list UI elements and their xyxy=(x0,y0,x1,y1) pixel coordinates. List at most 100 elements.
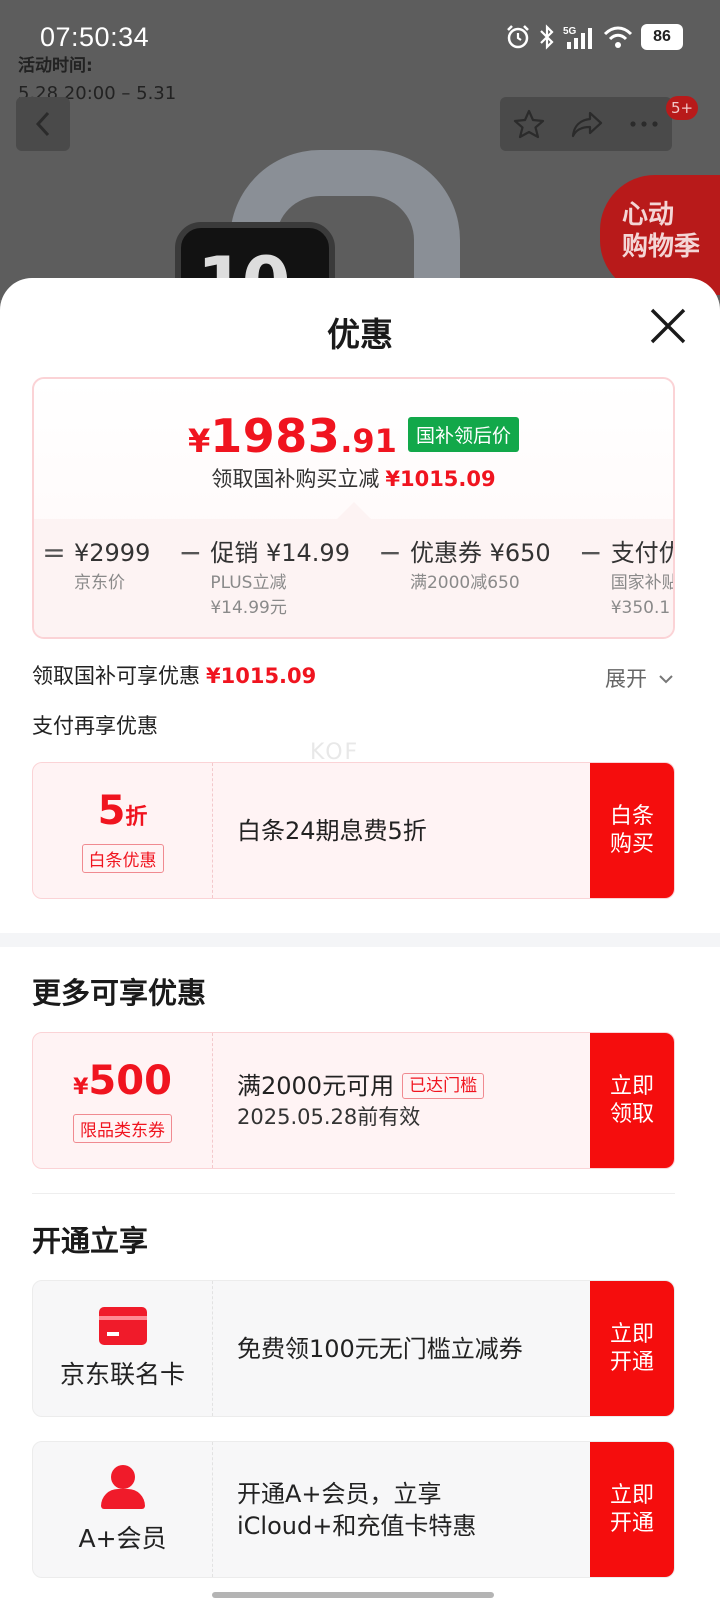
coupon-value: ¥500 xyxy=(73,1059,172,1110)
coupon-offer: ¥500 限品类东券 满2000元可用 已达门槛 2025.05.28前有效 立即… xyxy=(32,1032,675,1169)
breakdown-row: = ¥2999 京东价 − 促销 ¥14.99 PLUS立减 ¥14.99元 −… xyxy=(34,535,673,621)
discount-unit: 折 xyxy=(125,804,148,830)
reach-threshold-tag: 已达门槛 xyxy=(402,1072,485,1099)
svg-text:5G: 5G xyxy=(563,26,577,37)
breakdown-sub: 满2000减650 xyxy=(409,573,520,593)
sheet-title: 优惠 xyxy=(327,315,393,354)
breakdown-op: − xyxy=(578,536,603,569)
signal-5g-icon: 5G xyxy=(563,26,592,49)
price-breakdown: = ¥2999 京东价 − 促销 ¥14.99 PLUS立减 ¥14.99元 −… xyxy=(34,519,673,637)
offers-sheet: 优惠 ¥1983.91 国补领后价 领取国补购买立减 ¥1015.09 = ¥29… xyxy=(0,278,720,1600)
baitiao-discount-value: 5折 xyxy=(98,789,148,840)
breakdown-main: ¥2999 xyxy=(74,539,151,567)
breakdown-item: 支付优惠 国家补贴无 ¥350.1 xyxy=(610,535,673,621)
aplus-desc-area: 开通A+会员，立享 iCloud+和充值卡特惠 xyxy=(213,1442,590,1577)
breakdown-sub2: ¥350.1 xyxy=(610,598,671,618)
alarm-icon xyxy=(507,25,529,49)
baitiao-buy-button[interactable]: 白条 购买 xyxy=(590,763,674,898)
person-icon xyxy=(99,1464,147,1511)
bluetooth-icon xyxy=(540,24,554,50)
open-jd-card-button[interactable]: 立即 开通 xyxy=(590,1281,674,1416)
activity-label: 活动时间: xyxy=(18,56,93,76)
breakdown-item: ¥2999 京东价 xyxy=(74,535,150,596)
breakdown-main: 支付优惠 xyxy=(610,539,673,567)
chevron-down-icon xyxy=(658,675,673,684)
star-icon[interactable] xyxy=(513,108,545,140)
cta-line2: 购买 xyxy=(609,831,654,857)
cta-line2: 开通 xyxy=(609,1510,654,1536)
baitiao-discount: 5折 白条优惠 xyxy=(33,763,213,898)
status-time: 07:50:34 xyxy=(40,22,150,52)
coupon-summary: 领取国补可享优惠 ¥1015.09 xyxy=(32,660,316,690)
aplus-desc-line2: iCloud+和充值卡特惠 xyxy=(237,1511,477,1540)
final-price: ¥1983.91 国补领后价 xyxy=(34,409,673,463)
battery-indicator: 86 xyxy=(641,24,683,50)
home-indicator[interactable] xyxy=(212,1592,494,1598)
expand-button[interactable]: 展开 xyxy=(605,663,674,693)
cta-line1: 立即 xyxy=(609,1321,654,1347)
divider xyxy=(32,1193,675,1194)
jd-card-offer: 京东联名卡 免费领100元无门槛立减券 立即 开通 xyxy=(32,1280,675,1417)
open-benefits-title: 开通立享 xyxy=(32,1224,149,1258)
cta-line1: 立即 xyxy=(609,1482,654,1508)
price-integer: 1983 xyxy=(210,409,341,463)
baitiao-desc-area: 白条24期息费5折 xyxy=(213,763,590,898)
cta-line2: 开通 xyxy=(609,1349,654,1375)
breakdown-sub: 国家补贴无 xyxy=(610,573,673,593)
cta-line2: 领取 xyxy=(609,1101,654,1127)
expand-label: 展开 xyxy=(605,667,647,691)
price-currency: ¥ xyxy=(187,422,211,460)
pay-more-label: 支付再享优惠 xyxy=(32,714,158,738)
more-offers-title: 更多可享优惠 xyxy=(32,976,207,1010)
credit-card-icon xyxy=(98,1306,147,1345)
cta-line1: 立即 xyxy=(609,1073,654,1099)
cta-line1: 白条 xyxy=(609,803,654,829)
promo-badge: 心动 购物季 xyxy=(600,175,720,295)
claim-coupon-button[interactable]: 立即 领取 xyxy=(590,1033,674,1168)
aplus-offer: A+会员 开通A+会员，立享 iCloud+和充值卡特惠 立即 开通 xyxy=(32,1441,675,1578)
open-aplus-button[interactable]: 立即 开通 xyxy=(590,1442,674,1577)
jd-card-desc-area: 免费领100元无门槛立减券 xyxy=(213,1281,590,1416)
share-icon[interactable] xyxy=(570,109,604,139)
subsidy-label: 领取国补购买立减 xyxy=(211,467,380,491)
wifi-icon xyxy=(603,26,633,48)
more-icon[interactable] xyxy=(629,120,659,128)
coupon-summary-label: 领取国补可享优惠 xyxy=(32,664,200,688)
coupon-amount: 500 xyxy=(88,1057,172,1104)
coupon-desc-line: 满2000元可用 已达门槛 xyxy=(237,1070,590,1102)
breakdown-main: 促销 ¥14.99 xyxy=(210,539,350,567)
coupon-desc-area: 满2000元可用 已达门槛 2025.05.28前有效 xyxy=(213,1033,590,1168)
back-button[interactable] xyxy=(16,97,70,151)
chevron-left-icon xyxy=(35,111,50,137)
gov-subsidy-tag: 国补领后价 xyxy=(408,417,520,452)
coupon-summary-value: ¥1015.09 xyxy=(206,664,317,688)
jd-card-desc: 免费领100元无门槛立减券 xyxy=(237,1334,523,1363)
aplus-desc-line1: 开通A+会员，立享 xyxy=(237,1479,442,1508)
product-image: 10 xyxy=(170,130,530,300)
price-decimal: .91 xyxy=(340,422,397,460)
baitiao-desc: 白条24期息费5折 xyxy=(237,816,427,845)
close-icon[interactable] xyxy=(647,305,689,347)
baitiao-offer: 5折 白条优惠 白条24期息费5折 白条 购买 xyxy=(32,762,675,899)
breakdown-sub2: ¥14.99元 xyxy=(210,598,287,618)
coupon-currency: ¥ xyxy=(73,1074,89,1100)
coupon-desc: 满2000元可用 xyxy=(237,1071,395,1100)
breakdown-op: − xyxy=(178,536,203,569)
promo-badge-line2: 购物季 xyxy=(622,232,701,262)
breakdown-item: 优惠券 ¥650 满2000减650 xyxy=(410,535,551,596)
breakdown-op: = xyxy=(42,536,66,569)
status-bar: 07:50:34 5G 86 xyxy=(0,0,720,52)
price-card: ¥1983.91 国补领后价 领取国补购买立减 ¥1015.09 = ¥2999 … xyxy=(32,377,675,639)
status-icons: 5G 86 xyxy=(505,24,683,50)
baitiao-tag: 白条优惠 xyxy=(81,843,164,873)
subsidy-value: ¥1015.09 xyxy=(385,467,496,491)
message-badge: 5+ xyxy=(666,96,699,120)
promo-badge-line1: 心动 xyxy=(622,200,675,230)
breakdown-op: − xyxy=(378,536,402,569)
aplus-brand: A+会员 xyxy=(33,1442,213,1577)
breakdown-item: 促销 ¥14.99 PLUS立减 ¥14.99元 xyxy=(210,535,350,621)
section-separator xyxy=(0,933,720,947)
breakdown-sub: PLUS立减 xyxy=(210,573,287,593)
coupon-expire: 2025.05.28前有效 xyxy=(237,1104,421,1129)
coupon-value-area: ¥500 限品类东券 xyxy=(33,1033,213,1168)
